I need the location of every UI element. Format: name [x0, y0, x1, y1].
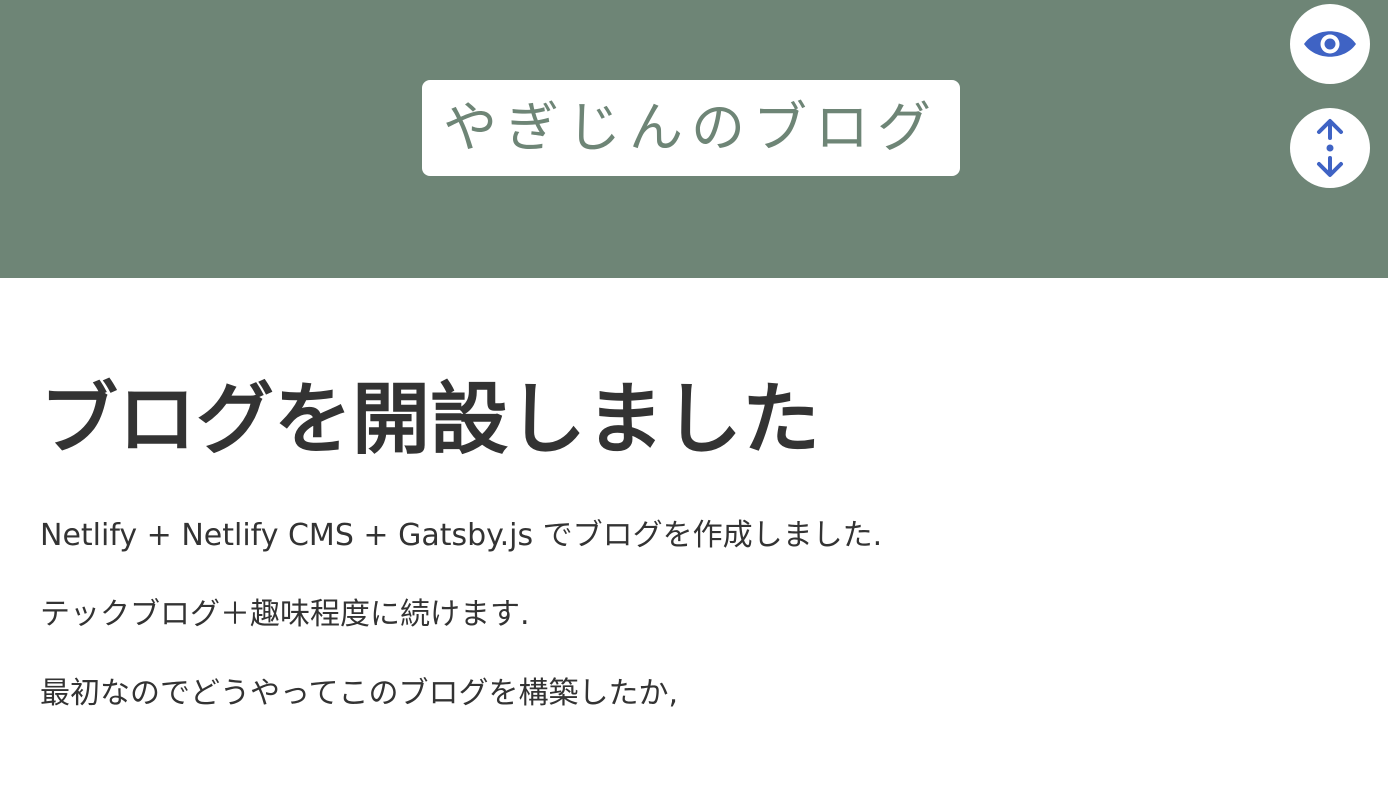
site-title: やぎじんのブログ — [443, 96, 939, 159]
post-title: ブログを開設しました — [40, 375, 821, 465]
site-header: やぎじんのブログ — [0, 0, 1388, 278]
eye-icon — [1302, 28, 1358, 60]
preview-button[interactable] — [1290, 4, 1370, 84]
post-paragraph: Netlify + Netlify CMS + Gatsby.js でブログを作… — [40, 518, 883, 553]
scroll-toggle-button[interactable] — [1290, 108, 1370, 188]
article: ブログを開設しました Netlify + Netlify CMS + Gatsb… — [40, 360, 1340, 753]
post-paragraph: テックブログ＋趣味程度に続けます. — [40, 597, 530, 632]
scroll-up-down-icon — [1314, 118, 1346, 178]
site-title-badge[interactable]: やぎじんのブログ — [422, 80, 960, 176]
post-body: Netlify + Netlify CMS + Gatsby.js でブログを作… — [40, 516, 1340, 714]
post-paragraph: 最初なのでどうやってこのブログを構築したか, — [40, 676, 679, 711]
